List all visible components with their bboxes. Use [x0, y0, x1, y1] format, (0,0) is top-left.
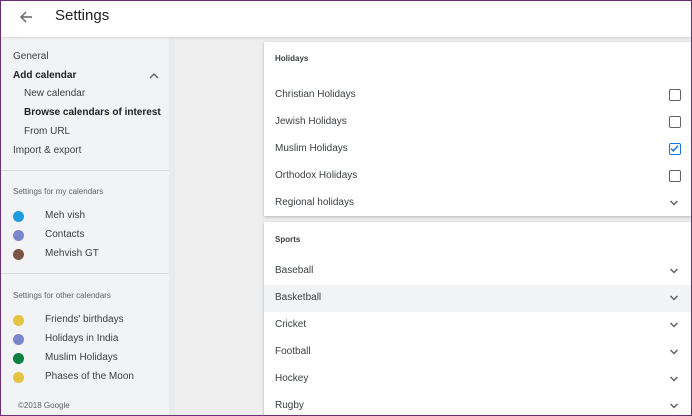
sport-row-cricket[interactable]: Cricket	[264, 312, 691, 339]
sidebar-divider	[1, 273, 169, 274]
sport-label: Baseball	[275, 265, 314, 276]
holiday-row-muslim[interactable]: Muslim Holidays	[264, 136, 691, 163]
holiday-label: Orthodox Holidays	[275, 170, 358, 181]
sidebar-item-phases-moon[interactable]: Phases of the Moon	[13, 370, 134, 384]
arrow-back-icon	[20, 11, 32, 23]
copyright-footer: ©2018 Google	[18, 401, 70, 410]
settings-sidebar: General Add calendar New calendar Browse…	[1, 37, 169, 415]
calendar-color-dot	[13, 314, 24, 326]
sidebar-item-general[interactable]: General	[13, 51, 49, 62]
calendar-label: Meh vish	[45, 210, 86, 221]
chevron-down-icon[interactable]	[669, 402, 679, 410]
main-content: Holidays Christian Holidays Jewish Holid…	[175, 37, 691, 415]
sidebar-item-add-calendar[interactable]: Add calendar	[13, 70, 76, 81]
chevron-down-icon[interactable]	[669, 267, 679, 275]
calendar-color-dot	[13, 248, 24, 260]
calendar-color-dot	[13, 333, 24, 345]
sidebar-item-new-calendar[interactable]: New calendar	[24, 88, 85, 99]
holidays-heading: Holidays	[275, 54, 309, 63]
holidays-card: Holidays Christian Holidays Jewish Holid…	[264, 42, 691, 216]
chevron-up-icon[interactable]	[148, 71, 160, 81]
holiday-label: Regional holidays	[275, 197, 354, 208]
calendar-label: Muslim Holidays	[45, 352, 118, 363]
sports-card: Sports Baseball Basketball Cricket Footb…	[264, 222, 691, 415]
holiday-label: Muslim Holidays	[275, 143, 348, 154]
sport-row-rugby[interactable]: Rugby	[264, 393, 691, 415]
sidebar-item-import-export[interactable]: Import & export	[13, 145, 81, 156]
holiday-checkbox[interactable]	[669, 116, 681, 128]
sidebar-item-from-url[interactable]: From URL	[24, 126, 70, 137]
holiday-checkbox[interactable]	[669, 170, 681, 182]
calendar-label: Friends' birthdays	[45, 314, 124, 325]
sport-label: Hockey	[275, 373, 309, 384]
window-frame: Settings General Add calendar New calend…	[0, 0, 692, 416]
sidebar-item-holidays-india[interactable]: Holidays in India	[13, 332, 118, 346]
sidebar-item-contacts[interactable]: Contacts	[13, 228, 84, 242]
other-calendars-heading: Settings for other calendars	[13, 291, 111, 300]
sport-row-football[interactable]: Football	[264, 339, 691, 366]
calendar-color-dot	[13, 371, 24, 383]
sidebar-item-muslim-holidays[interactable]: Muslim Holidays	[13, 351, 118, 365]
sidebar-item-mehvish-gt[interactable]: Mehvish GT	[13, 247, 99, 261]
sport-label: Cricket	[275, 319, 307, 330]
holiday-row-regional[interactable]: Regional holidays	[264, 190, 691, 217]
my-calendars-heading: Settings for my calendars	[13, 187, 104, 196]
holiday-checkbox[interactable]	[669, 89, 681, 101]
sidebar-item-friends-birthdays[interactable]: Friends' birthdays	[13, 313, 124, 327]
chevron-down-icon[interactable]	[669, 199, 679, 207]
sport-label: Football	[275, 346, 311, 357]
holiday-row-christian[interactable]: Christian Holidays	[264, 82, 691, 109]
calendar-label: Mehvish GT	[45, 248, 99, 259]
page-title: Settings	[55, 7, 110, 24]
back-button[interactable]	[13, 6, 39, 28]
holiday-row-jewish[interactable]: Jewish Holidays	[264, 109, 691, 136]
holiday-row-orthodox[interactable]: Orthodox Holidays	[264, 163, 691, 190]
calendar-label: Holidays in India	[45, 333, 119, 344]
sports-heading: Sports	[275, 235, 301, 244]
chevron-down-icon[interactable]	[669, 375, 679, 383]
sport-row-basketball[interactable]: Basketball	[264, 285, 691, 312]
chevron-down-icon[interactable]	[669, 321, 679, 329]
sport-label: Basketball	[275, 292, 322, 303]
calendar-label: Contacts	[45, 229, 85, 240]
calendar-label: Phases of the Moon	[45, 371, 134, 382]
holiday-checkbox-checked[interactable]	[669, 143, 681, 155]
sport-row-hockey[interactable]: Hockey	[264, 366, 691, 393]
calendar-color-dot	[13, 352, 24, 364]
app-header: Settings	[1, 1, 691, 37]
sidebar-item-browse-calendars[interactable]: Browse calendars of interest	[24, 107, 161, 118]
calendar-color-dot	[13, 210, 24, 222]
holiday-label: Jewish Holidays	[275, 116, 347, 127]
chevron-down-icon[interactable]	[669, 348, 679, 356]
calendar-color-dot	[13, 229, 24, 241]
chevron-down-icon[interactable]	[669, 294, 679, 302]
sidebar-divider	[1, 170, 169, 171]
sport-row-baseball[interactable]: Baseball	[264, 258, 691, 285]
holiday-label: Christian Holidays	[275, 89, 356, 100]
sidebar-item-my-calendar[interactable]: Meh vish	[13, 209, 85, 223]
sport-label: Rugby	[275, 400, 304, 411]
checkmark-icon	[670, 145, 679, 152]
